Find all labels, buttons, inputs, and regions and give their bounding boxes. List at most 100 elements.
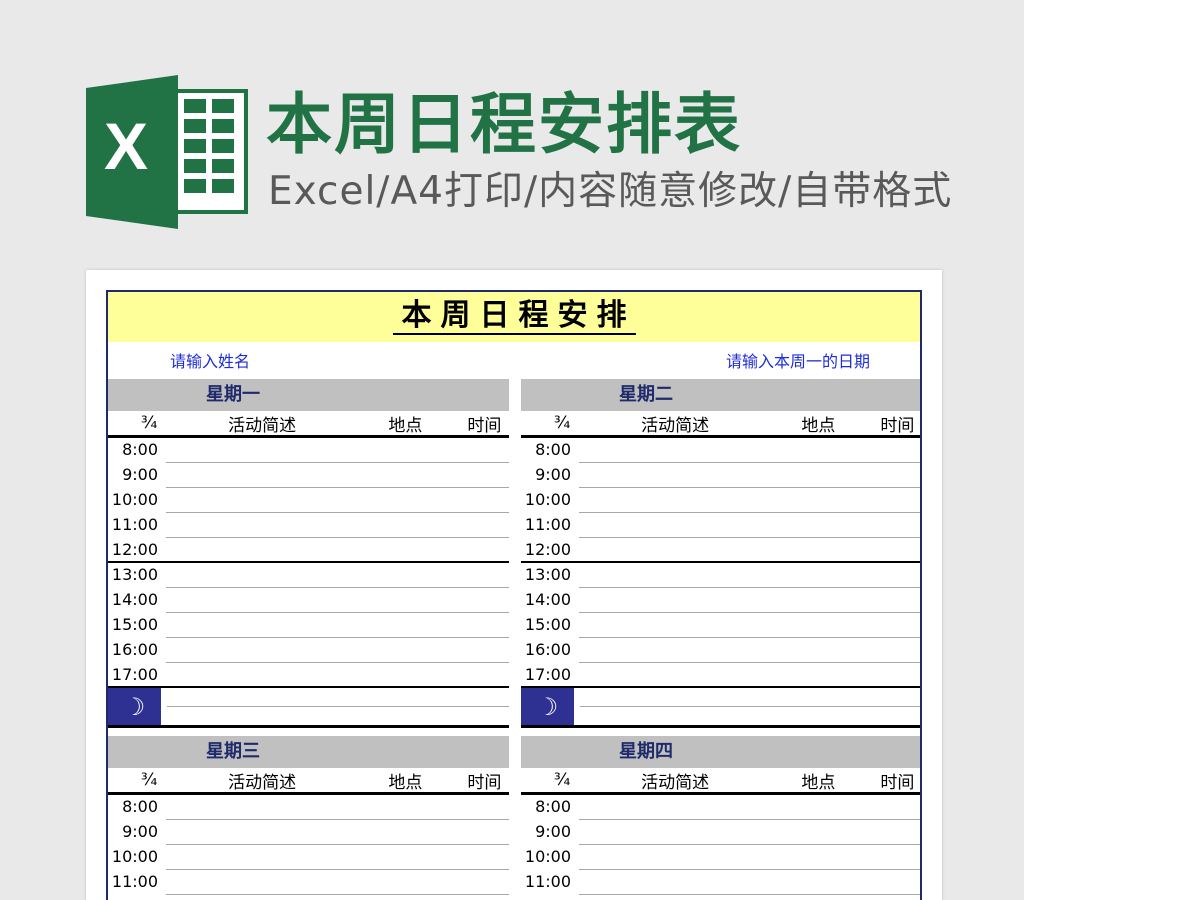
time-slot-row[interactable]: 12:00 (108, 538, 509, 563)
activity-cell[interactable] (166, 638, 509, 663)
activity-cell[interactable] (166, 513, 509, 538)
activity-cell[interactable] (166, 870, 509, 895)
activity-cell[interactable] (166, 613, 509, 638)
activity-cell[interactable] (579, 613, 920, 638)
activity-cell[interactable] (166, 538, 509, 561)
column-header-time: ¾ (140, 770, 158, 790)
activity-cell[interactable] (579, 845, 920, 870)
time-slot-label: 8:00 (535, 440, 571, 459)
column-header-place: 地点 (801, 772, 836, 793)
time-slot-row[interactable]: 15:00 (108, 613, 509, 638)
time-slot-row[interactable]: 14:00 (108, 588, 509, 613)
activity-cell[interactable] (166, 563, 509, 588)
time-slot-row[interactable]: 11:00 (108, 870, 509, 895)
time-slot-label: 10:00 (524, 490, 571, 509)
time-slot-label: 16:00 (524, 640, 571, 659)
column-header-when: 时间 (880, 772, 915, 793)
evening-cell[interactable] (580, 707, 920, 725)
time-slot-row[interactable]: 9:00 (108, 463, 509, 488)
activity-cell[interactable] (579, 513, 920, 538)
time-slot-row[interactable]: 12:00 (521, 538, 920, 563)
time-slot-label: 11:00 (111, 872, 158, 891)
activity-cell[interactable] (579, 795, 920, 820)
activity-cell[interactable] (166, 488, 509, 513)
activity-cell[interactable] (579, 820, 920, 845)
activity-cell[interactable] (166, 663, 509, 686)
activity-cell[interactable] (579, 663, 920, 686)
time-slot-row[interactable]: 10:00 (108, 488, 509, 513)
time-slot-row[interactable]: 10:00 (521, 488, 920, 513)
column-header-desc: 活动简述 (228, 415, 297, 436)
column-header-time: ¾ (140, 413, 158, 433)
time-slot-label: 10:00 (111, 490, 158, 509)
time-slot-label: 14:00 (524, 590, 571, 609)
activity-cell[interactable] (166, 438, 509, 463)
time-slot-row[interactable]: 8:00 (108, 438, 509, 463)
time-slot-row[interactable]: 14:00 (521, 588, 920, 613)
column-header-time: ¾ (553, 770, 571, 790)
activity-cell[interactable] (166, 795, 509, 820)
evening-cells[interactable] (167, 688, 509, 725)
column-headers: ¾ 活动简述 地点 时间 (108, 768, 509, 795)
time-slot-row[interactable]: 17:00 (108, 663, 509, 688)
time-slot-row[interactable]: 10:00 (108, 845, 509, 870)
time-slot-row[interactable]: 13:00 (521, 563, 920, 588)
page-subtitle: Excel/A4打印/内容随意修改/自带格式 (268, 169, 953, 214)
time-slot-label: 11:00 (524, 515, 571, 534)
activity-cell[interactable] (579, 438, 920, 463)
activity-cell[interactable] (166, 845, 509, 870)
sheet-title-bar: 本周日程安排 (108, 292, 920, 342)
time-slot-label: 14:00 (111, 590, 158, 609)
evening-cells[interactable] (580, 688, 920, 725)
day-header: 星期二 (521, 379, 920, 411)
activity-cell[interactable] (579, 638, 920, 663)
time-slot-label: 10:00 (524, 847, 571, 866)
time-slot-label: 11:00 (111, 515, 158, 534)
column-header-place: 地点 (801, 415, 836, 436)
day-block: 星期四 ¾ 活动简述 地点 时间 8:00 9:00 10:00 11:00 (521, 736, 920, 895)
column-header-place: 地点 (388, 415, 423, 436)
date-field[interactable]: 请输入本周一的日期 (726, 348, 870, 372)
time-slot-row[interactable]: 16:00 (108, 638, 509, 663)
time-slot-row[interactable]: 9:00 (521, 463, 920, 488)
activity-cell[interactable] (579, 588, 920, 613)
activity-cell[interactable] (579, 870, 920, 895)
activity-cell[interactable] (579, 463, 920, 488)
activity-cell[interactable] (579, 488, 920, 513)
time-slot-label: 9:00 (122, 822, 158, 841)
activity-cell[interactable] (579, 538, 920, 561)
time-slot-row[interactable]: 11:00 (108, 513, 509, 538)
time-slot-row[interactable]: 13:00 (108, 563, 509, 588)
evening-cell[interactable] (167, 707, 509, 725)
time-slot-row[interactable]: 16:00 (521, 638, 920, 663)
column-header-desc: 活动简述 (641, 415, 710, 436)
time-slot-row[interactable]: 11:00 (521, 870, 920, 895)
evening-cell[interactable] (167, 688, 509, 707)
activity-cell[interactable] (579, 563, 920, 588)
column-headers: ¾ 活动简述 地点 时间 (521, 768, 920, 795)
time-slot-row[interactable]: 11:00 (521, 513, 920, 538)
evening-row[interactable]: ☽ (521, 688, 920, 728)
time-slot-row[interactable]: 9:00 (521, 820, 920, 845)
name-field[interactable]: 请输入姓名 (170, 348, 250, 372)
time-slot-label: 8:00 (122, 440, 158, 459)
time-slot-row[interactable]: 8:00 (108, 795, 509, 820)
time-slot-row[interactable]: 9:00 (108, 820, 509, 845)
time-slot-label: 15:00 (111, 615, 158, 634)
time-slot-label: 11:00 (524, 872, 571, 891)
time-slot-row[interactable]: 17:00 (521, 663, 920, 688)
time-slot-label: 10:00 (111, 847, 158, 866)
time-slot-row[interactable]: 8:00 (521, 438, 920, 463)
activity-cell[interactable] (166, 588, 509, 613)
time-slot-row[interactable]: 8:00 (521, 795, 920, 820)
schedule-sheet: 本周日程安排 请输入姓名 请输入本周一的日期 星期一 ¾ 活动简述 地点 时间 8:00 9… (106, 290, 922, 900)
column-headers: ¾ 活动简述 地点 时间 (521, 411, 920, 438)
evening-cell[interactable] (580, 688, 920, 707)
column-header-when: 时间 (880, 415, 915, 436)
time-slot-label: 16:00 (111, 640, 158, 659)
activity-cell[interactable] (166, 463, 509, 488)
activity-cell[interactable] (166, 820, 509, 845)
time-slot-row[interactable]: 10:00 (521, 845, 920, 870)
evening-row[interactable]: ☽ (108, 688, 509, 728)
time-slot-row[interactable]: 15:00 (521, 613, 920, 638)
